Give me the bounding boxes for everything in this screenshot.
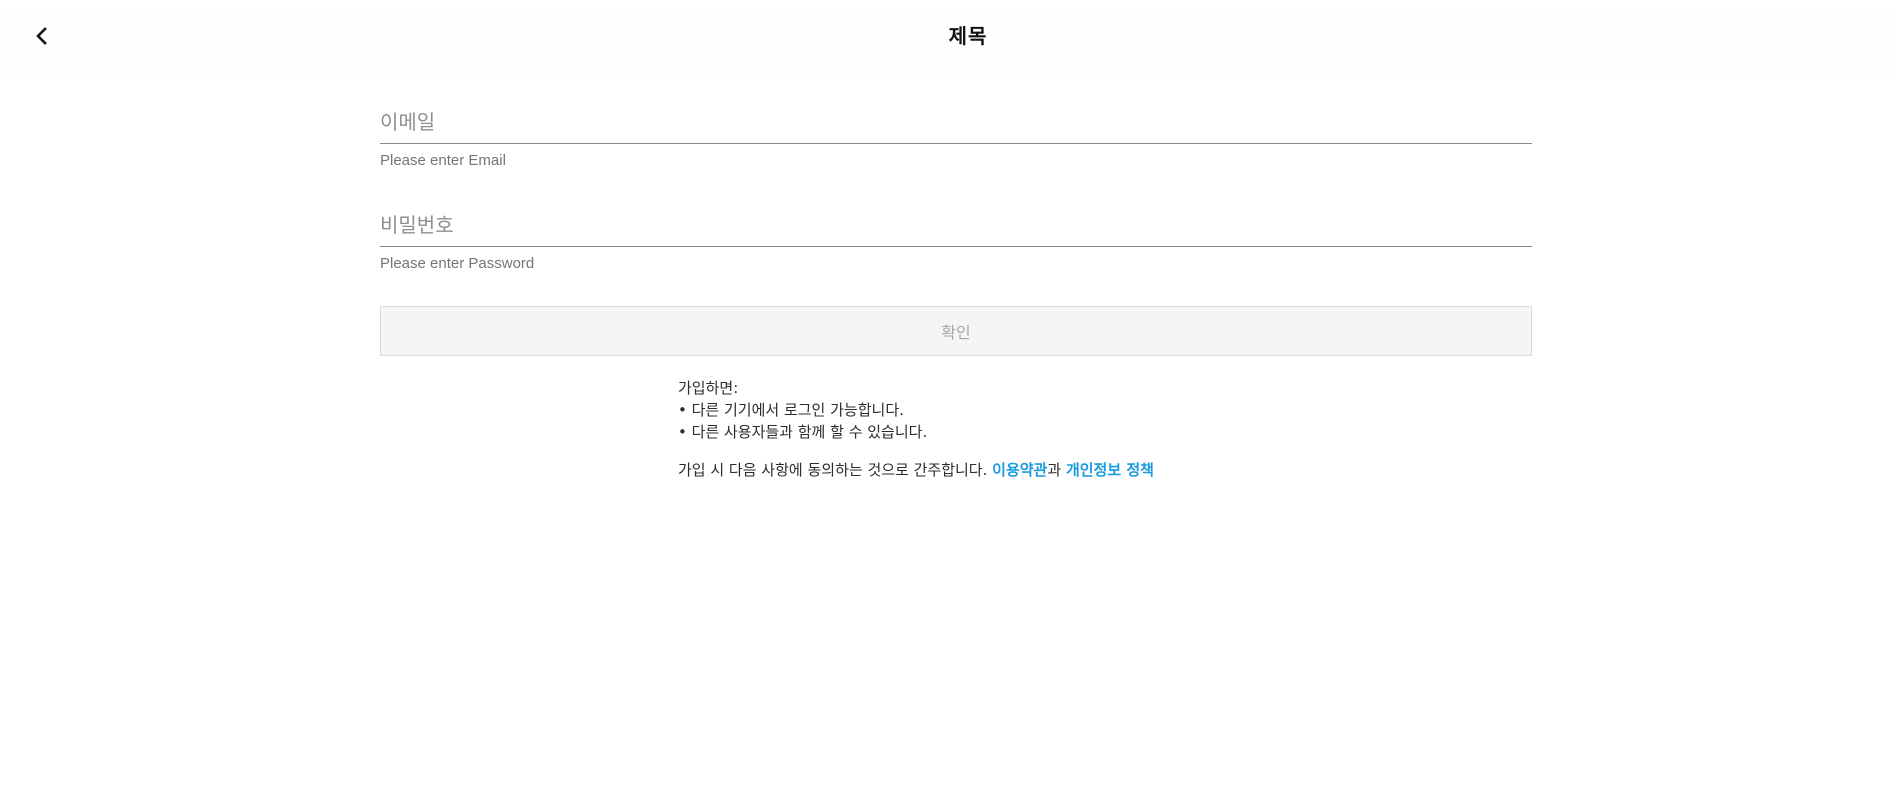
login-form: Please enter Email Please enter Password…: [380, 104, 1532, 356]
signup-info: 가입하면: • 다른 기기에서 로그인 가능합니다. • 다른 사용자들과 함께…: [678, 377, 1154, 481]
email-field-group: Please enter Email: [380, 104, 1532, 169]
password-field[interactable]: [380, 207, 1532, 247]
app-header: 제목: [0, 0, 1896, 76]
page-title: 제목: [948, 24, 988, 48]
email-field[interactable]: [380, 104, 1532, 144]
password-helper-text: Please enter Password: [380, 255, 535, 272]
info-bullet: • 다른 사용자들과 함께 할 수 있습니다.: [678, 423, 928, 441]
email-helper-text: Please enter Email: [380, 152, 506, 169]
info-heading: 가입하면:: [678, 379, 739, 397]
password-field-group: Please enter Password: [380, 207, 1532, 272]
terms-notice: 가입 시 다음 사항에 동의하는 것으로 간주합니다. 이용약관과 개인정보 정…: [678, 459, 1154, 481]
confirm-button[interactable]: 확인: [380, 306, 1532, 356]
terms-connector: 과: [1047, 461, 1066, 479]
terms-prefix: 가입 시 다음 사항에 동의하는 것으로 간주합니다.: [678, 461, 993, 479]
info-bullet: • 다른 기기에서 로그인 가능합니다.: [678, 401, 904, 419]
terms-of-service-link[interactable]: 이용약관: [992, 461, 1047, 479]
privacy-policy-link[interactable]: 개인정보 정책: [1066, 461, 1154, 479]
